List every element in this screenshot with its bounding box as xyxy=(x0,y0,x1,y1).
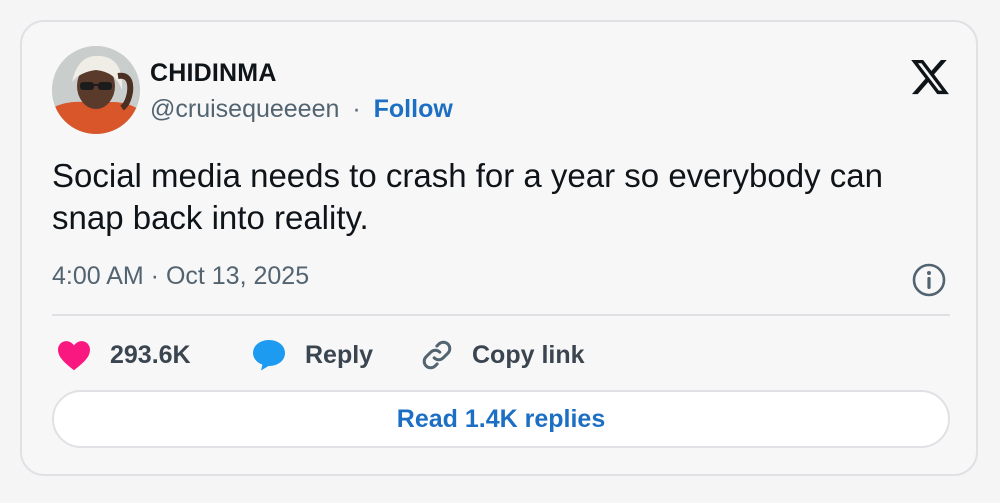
x-logo-icon[interactable] xyxy=(909,56,951,98)
read-replies-button[interactable]: Read 1.4K replies xyxy=(52,390,950,448)
author-handle[interactable]: @cruisequeeeen xyxy=(150,95,339,123)
like-button[interactable]: 293.6K xyxy=(56,336,191,374)
handle-separator: · xyxy=(352,95,361,123)
speech-bubble-icon xyxy=(251,338,287,372)
tweet-text: Social media needs to crash for a year s… xyxy=(52,157,883,236)
link-icon xyxy=(420,338,454,372)
divider xyxy=(52,314,950,316)
reply-button[interactable]: Reply xyxy=(251,336,373,374)
copy-link-button[interactable]: Copy link xyxy=(420,336,585,374)
author-handle-row: @cruisequeeeen · Follow xyxy=(150,95,453,124)
info-icon[interactable] xyxy=(911,262,947,298)
heart-icon xyxy=(56,339,92,371)
avatar[interactable] xyxy=(52,46,140,134)
tweet-card[interactable]: CHIDINMA @cruisequeeeen · Follow Social … xyxy=(20,20,978,476)
tweet-timestamp[interactable]: 4:00 AM · Oct 13, 2025 xyxy=(52,262,309,291)
follow-link[interactable]: Follow xyxy=(374,95,453,123)
author-name[interactable]: CHIDINMA xyxy=(150,59,277,88)
reply-label: Reply xyxy=(305,340,374,369)
copy-link-label: Copy link xyxy=(472,340,585,369)
like-count: 293.6K xyxy=(110,340,191,369)
